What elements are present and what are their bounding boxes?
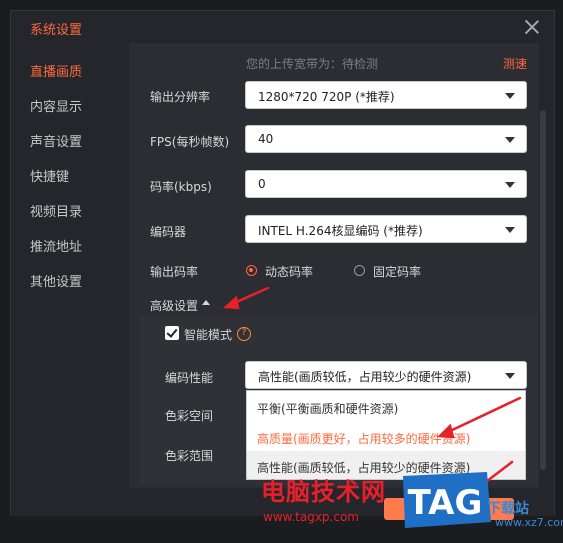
tag-logo-text: TAG (408, 483, 483, 523)
arrowhead-advanced (223, 295, 240, 310)
watermark: 电脑技术网 www.tagxp.com TAG 下载站 www.xz7.com (255, 470, 563, 540)
watermark-url: www.tagxp.com (263, 510, 359, 524)
tag-logo-icon: TAG (403, 472, 491, 528)
arrowhead-quality (437, 423, 455, 439)
watermark-brand: 电脑技术网 (261, 478, 386, 506)
annotation-arrows (223, 286, 522, 490)
arrow-quality (446, 396, 522, 434)
watermark-site-url: www.xz7.com (495, 516, 563, 529)
watermark-site: 下载站 (487, 501, 529, 517)
